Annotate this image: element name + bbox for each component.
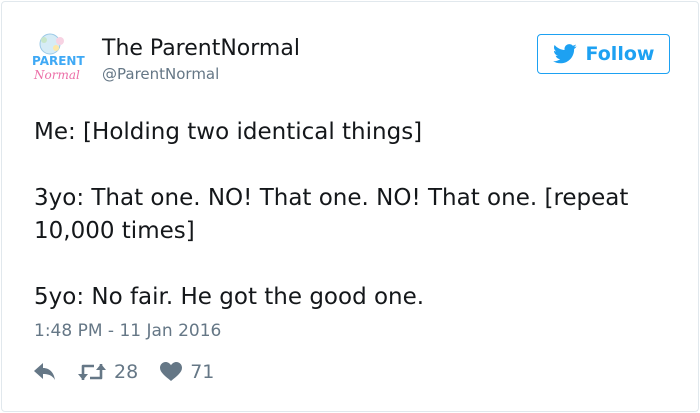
author-name[interactable]: The ParentNormal — [102, 36, 300, 62]
retweet-button[interactable]: 28 — [78, 361, 138, 383]
retweet-count: 28 — [114, 361, 139, 383]
tweet-line: Me: [Holding two identical things] — [34, 119, 423, 145]
author-handle[interactable]: @ParentNormal — [102, 64, 219, 84]
avatar-text-parent: PARENT — [32, 54, 85, 68]
avatar-text-normal: Normal — [33, 68, 80, 82]
heart-icon — [160, 362, 183, 381]
tweet-line: 10,000 times] — [34, 218, 195, 244]
tweet-line: 3yo: That one. NO! That one. NO! That on… — [34, 185, 629, 211]
follow-label: Follow — [585, 43, 655, 65]
tweet-line: 5yo: No fair. He got the good one. — [34, 284, 425, 310]
tweet-text: Me: [Holding two identical things] 3yo: … — [34, 116, 674, 314]
tweet-card: PARENT Normal The ParentNormal @ParentNo… — [1, 1, 699, 412]
like-count: 71 — [190, 361, 215, 383]
timestamp[interactable]: 1:48 PM - 11 Jan 2016 — [34, 320, 221, 342]
reply-icon — [34, 363, 55, 380]
reply-button[interactable] — [34, 363, 56, 381]
tweet-actions: 28 71 — [34, 359, 214, 385]
follow-button[interactable]: Follow — [537, 34, 670, 74]
twitter-bird-icon — [552, 44, 577, 64]
like-button[interactable]: 71 — [160, 361, 214, 383]
retweet-icon — [78, 364, 106, 380]
avatar[interactable]: PARENT Normal — [32, 32, 94, 88]
